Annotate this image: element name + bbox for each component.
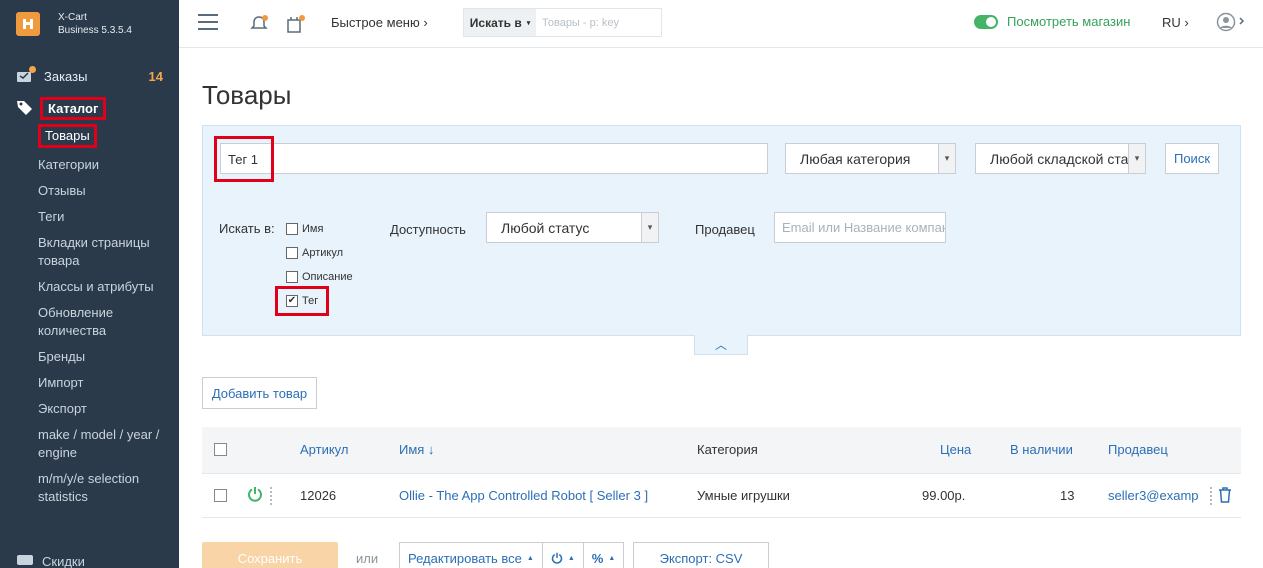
drag-handle [1210,487,1212,505]
sidebar-item-tags[interactable]: Теги [38,204,179,230]
sidebar-item-categories[interactable]: Категории [38,152,179,178]
sidebar-item-reviews[interactable]: Отзывы [38,178,179,204]
sidebar-item-discounts[interactable]: Скидки [16,553,85,568]
sidebar-item-label: Каталог [40,96,107,120]
quick-menu[interactable]: Быстрое меню › [331,15,428,30]
user-menu[interactable] [1216,12,1246,35]
bell-icon[interactable] [249,14,269,37]
chevron-up-icon: ︿ [714,338,727,352]
stock-status-select[interactable]: Любой складской статус ▾ [975,143,1146,174]
table-row: 12026 Ollie - The App Controlled Robot [… [202,474,1241,518]
orders-count-badge: 14 [148,68,163,84]
column-name[interactable]: Имя ↓ [399,442,434,457]
select-all-checkbox[interactable] [214,443,227,456]
row-stock[interactable]: 13 [1060,488,1074,503]
table-header: Артикул Имя ↓ Категория Цена В наличии П… [202,427,1241,474]
toggle-enabled-button[interactable]: ▲ [543,543,584,568]
row-sku: 12026 [300,488,337,503]
column-category: Категория [697,442,758,457]
orders-icon [16,66,36,84]
column-stock[interactable]: В наличии [1010,442,1073,457]
row-price[interactable]: 99.00р. [922,488,965,503]
row-seller-link[interactable]: seller3@example.com [1108,488,1198,503]
edit-all-button[interactable]: Редактировать все ▲ [400,543,543,568]
table-row [202,518,1241,526]
seller-input[interactable]: Email или Название компании [774,212,946,243]
catalog-submenu: Товары Категории Отзывы Теги Вкладки стр… [0,124,179,510]
sidebar-item-mmye[interactable]: make / model / year / engine [38,422,179,466]
robot-icon[interactable] [285,14,307,37]
tag-icon [16,99,34,118]
column-price[interactable]: Цена [940,442,971,457]
app-version: X-Cart Business 5.3.5.4 [58,12,132,36]
xcart-logo-icon [16,12,40,36]
store-toggle-icon [974,14,998,29]
highlight-box [275,286,329,316]
chevron-down-icon: ▾ [641,213,658,242]
language-selector[interactable]: RU › [1162,15,1189,30]
sidebar-item-catalog[interactable]: Каталог [0,94,179,122]
chevron-right-icon: › [423,15,428,30]
sidebar-item-label: Заказы [44,68,88,84]
search-scope-button[interactable]: Искать в ▾ [464,9,536,36]
availability-select[interactable]: Любой статус ▾ [486,212,659,243]
sidebar-item-label: Скидки [42,554,85,568]
logo[interactable]: X-Cart Business 5.3.5.4 [0,0,179,48]
view-store-link[interactable]: Посмотреть магазин [974,14,1130,29]
category-select[interactable]: Любая категория ▾ [785,143,956,174]
sidebar-item-product-tabs[interactable]: Вкладки страницы товара [38,230,179,274]
percent-icon: % [591,550,604,566]
sidebar-item-mmye-stats[interactable]: m/m/y/e selection statistics [38,466,179,510]
search-in-description[interactable]: Описание [286,271,353,283]
sidebar-item-products[interactable]: Товары [38,124,179,148]
checkbox[interactable] [286,223,298,235]
or-label: или [356,551,379,566]
trash-icon[interactable] [1218,487,1232,506]
page-title: Товары [202,80,292,110]
sidebar-item-orders[interactable]: Заказы 14 [0,58,179,94]
search-in-label: Искать в: [219,221,275,236]
search-button[interactable]: Поиск [1165,143,1219,174]
chevron-down-icon: ▾ [1128,144,1145,173]
column-seller[interactable]: Продавец [1108,442,1168,457]
power-icon[interactable] [247,486,263,505]
column-sku[interactable]: Артикул [300,442,348,457]
export-csv-button[interactable]: Экспорт: CSV [633,542,769,568]
add-product-button[interactable]: Добавить товар [202,377,317,409]
sidebar: X-Cart Business 5.3.5.4 Заказы 14 Катало… [0,0,179,568]
global-search: Искать в ▾ Товары - p: key [463,8,662,37]
sidebar-item-import[interactable]: Импорт [38,370,179,396]
keyword-input[interactable] [220,143,768,174]
search-in-name[interactable]: Имя [286,223,323,235]
collapse-filter-button[interactable]: ︿ [694,335,748,355]
sidebar-item-classes-attributes[interactable]: Классы и атрибуты [38,274,179,300]
row-category: Умные игрушки [697,488,790,503]
power-icon [551,552,563,564]
checkbox[interactable] [286,247,298,259]
bulk-actions-group: Редактировать все ▲ ▲ % ▲ [399,542,625,568]
row-name-link[interactable]: Ollie - The App Controlled Robot [ Selle… [399,488,648,503]
sidebar-item-brands[interactable]: Бренды [38,344,179,370]
search-filter-panel: Тег 1 Любая категория ▾ Любой складской … [202,125,1241,336]
availability-label: Доступность [390,222,466,237]
save-button[interactable]: Сохранить [202,542,338,568]
products-table: Артикул Имя ↓ Категория Цена В наличии П… [202,427,1241,526]
seller-label: Продавец [695,222,755,237]
sidebar-item-export[interactable]: Экспорт [38,396,179,422]
search-input[interactable]: Товары - p: key [536,9,661,36]
row-checkbox[interactable] [214,489,227,502]
percent-discount-button[interactable]: % ▲ [584,543,624,568]
discount-icon [16,553,34,568]
top-bar: Быстрое меню › Искать в ▾ Товары - p: key… [179,0,1263,48]
checkbox[interactable] [286,271,298,283]
sidebar-item-update-quantity[interactable]: Обновление количества [38,300,179,344]
chevron-down-icon: ▾ [938,144,955,173]
drag-handle[interactable] [270,487,272,505]
keyword-value: Тег 1 [228,152,259,167]
search-in-sku[interactable]: Артикул [286,247,343,259]
menu-toggle-icon[interactable] [198,14,218,30]
